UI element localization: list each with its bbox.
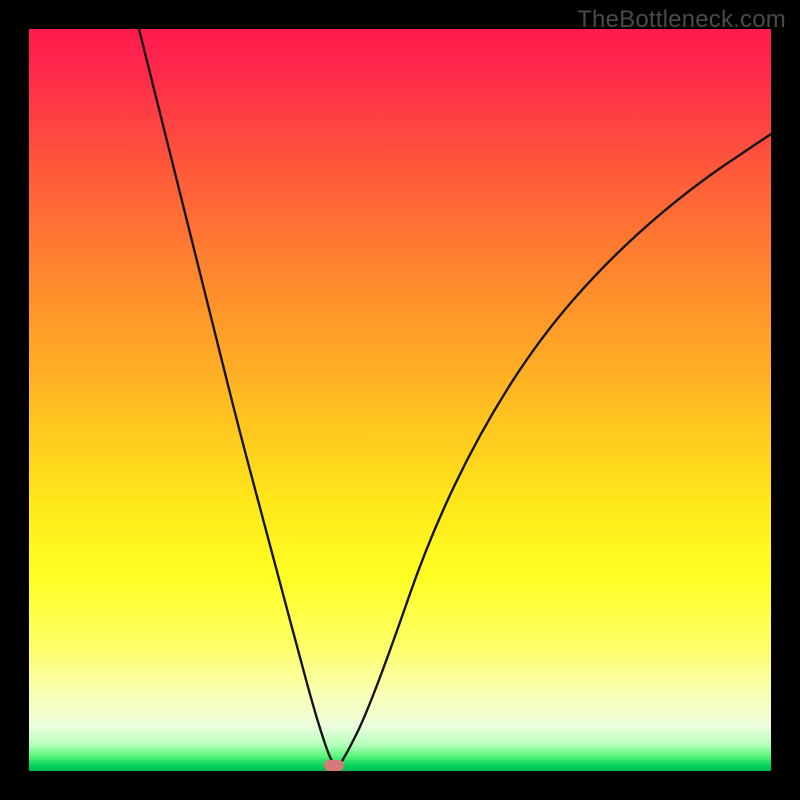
curve-right-arm — [342, 134, 771, 761]
chart-frame: TheBottleneck.com — [0, 0, 800, 800]
curve-left-arm — [139, 29, 332, 761]
bottleneck-curve — [29, 29, 771, 771]
plot-area — [29, 29, 771, 771]
curve-tip-marker — [324, 760, 344, 771]
